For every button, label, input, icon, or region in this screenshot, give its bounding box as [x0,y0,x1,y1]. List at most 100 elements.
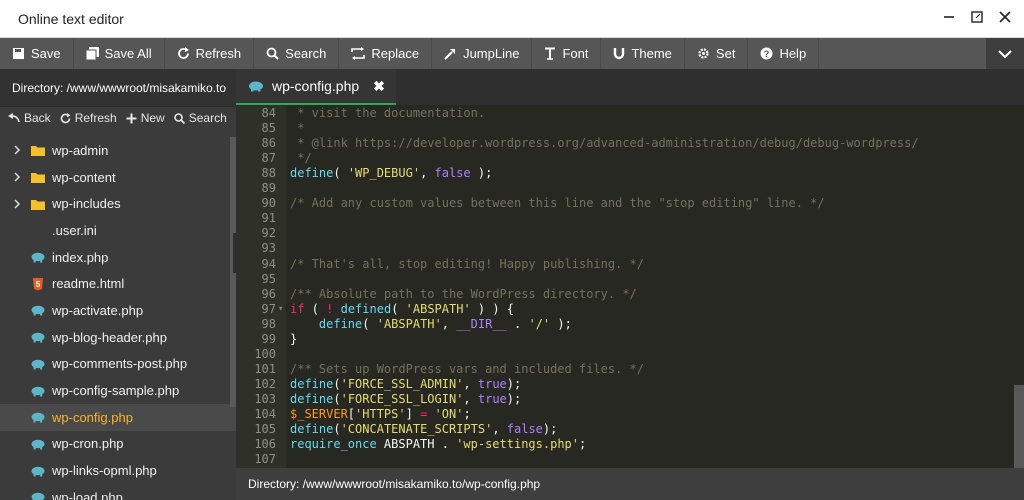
code-token: , [420,166,435,181]
code-line: 88 define( 'WP_DEBUG', false ); [236,166,1024,181]
maximize-icon[interactable] [968,8,986,26]
folder-item[interactable]: wp-admin [0,137,236,164]
line-number: 84 [261,106,276,120]
tab-close-icon[interactable]: ✖ [373,78,385,95]
code-token: ( [391,301,406,316]
line-number: 94 [261,256,276,271]
file-item[interactable]: wp-links-opml.php [0,457,236,484]
code-text: * visit the documentation. [290,106,485,121]
editor-scrollbar[interactable] [1014,385,1024,468]
set-button[interactable]: Set [685,38,749,69]
code-line: 99} [236,332,1024,347]
file-sidebar: Directory: /www/wwwroot/misakamiko.to Ba… [0,69,236,500]
file-icon-wrapper [30,410,46,424]
replace-button[interactable]: Replace [339,38,433,69]
save-all-button[interactable]: Save All [74,38,165,69]
back-button[interactable]: Back [8,111,51,125]
code-token: } [290,331,298,346]
fold-toggle-icon[interactable]: ▾ [278,302,283,317]
code-text: define( 'ABSPATH', __DIR__ . '/' ); [290,317,572,332]
code-token: define [290,422,334,437]
code-line: 98 define( 'ABSPATH', __DIR__ . '/' ); [236,317,1024,332]
code-token: /* Add any custom values between this li… [290,196,825,211]
php-file-icon [31,359,45,370]
code-editor[interactable]: 84 * visit the documentation. 85 * 86 * @l… [236,105,1024,468]
file-item[interactable]: .user.ini [0,217,236,244]
line-number: 89 [261,181,276,196]
file-name: readme.html [52,276,125,292]
php-file-icon [31,332,45,343]
chevron-right-icon[interactable] [13,198,23,210]
code-line: 86 * @link https://developer.wordpress.o… [236,136,1024,151]
file-name: wp-includes [52,196,121,212]
folder-item[interactable]: wp-content [0,164,236,191]
search-icon [173,112,185,124]
line-number: 93 [261,241,276,256]
set-label: Set [715,46,736,61]
file-tree: wp-admin wp-content wp-includes .user.ini in… [0,137,236,500]
file-item[interactable]: index.php [0,244,236,271]
file-item[interactable]: wp-comments-post.php [0,351,236,378]
tab-wp-config[interactable]: wp-config.php ✖ [236,69,396,105]
file-item[interactable]: wp-blog-header.php [0,324,236,351]
folder-icon [31,173,45,184]
close-icon[interactable] [996,8,1014,26]
file-item[interactable]: wp-config-sample.php [0,377,236,404]
code-token: ( [333,422,341,437]
file-item[interactable]: wp-activate.php [0,297,236,324]
code-token: /** Absolute path to the WordPress direc… [290,286,637,301]
save-all-label: Save All [104,46,152,61]
save-button[interactable]: Save [0,38,74,69]
code-token: define [290,376,334,391]
line-number: 104 [254,407,276,421]
font-button[interactable]: Font [532,38,602,69]
line-number: 90 [261,196,276,211]
file-icon-wrapper [30,303,46,317]
code-line: 101 /** Sets up WordPress vars and includ… [236,362,1024,377]
sidebar-refresh-button[interactable]: Refresh [60,111,117,125]
file-item[interactable]: wp-config.php [0,403,236,431]
new-button[interactable]: New [126,111,165,125]
line-number: 96 [261,286,276,301]
code-token: true [477,391,507,406]
refresh-button[interactable]: Refresh [165,38,255,69]
theme-button[interactable]: Theme [601,38,685,69]
file-name: wp-config.php [52,409,133,425]
file-item[interactable]: wp-load.php [0,484,236,500]
help-icon: ? [760,47,773,60]
code-token: ); [550,316,572,331]
code-line: 85 * [236,121,1024,136]
code-token: , [463,376,478,391]
code-token: if [290,301,305,316]
file-name: .user.ini [52,222,97,238]
toolbar: Save Save All Refresh Search Replace Jum… [0,38,1024,69]
search-button[interactable]: Search [254,38,340,69]
file-icon-wrapper [30,170,46,184]
minimize-icon[interactable] [940,8,958,26]
code-token: 'ABSPATH' [405,301,471,316]
code-token: 'ON' [434,407,464,421]
code-token: ); [506,376,522,391]
file-name: wp-cron.php [52,436,124,452]
theme-icon [614,48,625,60]
code-token: /* That's all, stop editing! Happy publi… [290,256,645,271]
font-label: Font [562,46,589,61]
chevron-right-icon[interactable] [13,144,23,156]
php-file-icon [31,306,45,316]
sidebar-search-button[interactable]: Search [173,111,227,125]
line-number: 92 [261,226,276,241]
folder-item[interactable]: wp-includes [0,190,236,217]
help-button[interactable]: ? Help [748,38,820,69]
jumpline-button[interactable]: JumpLine [432,38,533,69]
code-token: 'HTTPS' [355,407,406,421]
file-icon-wrapper [30,330,46,344]
file-item[interactable]: wp-cron.php [0,431,236,458]
status-bar: Directory: /www/wwwroot/misakamiko.to/wp… [236,468,1024,500]
chevron-right-icon[interactable] [13,171,23,183]
code-line: 104 $_SERVER['HTTPS'] = 'ON'; [236,407,1024,422]
toolbar-collapse-button[interactable] [986,38,1024,69]
file-item[interactable]: 5 readme.html [0,270,236,297]
code-line: 87 */ [236,151,1024,166]
file-icon-wrapper [30,223,46,237]
